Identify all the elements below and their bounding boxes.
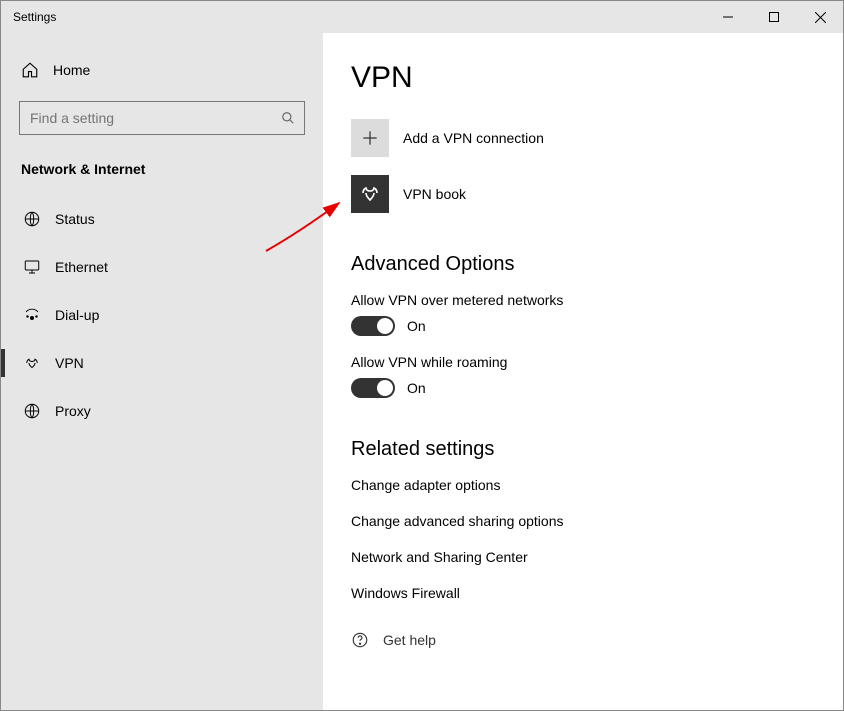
- help-icon: [351, 631, 373, 649]
- close-icon: [815, 12, 826, 23]
- window-body: Home Network & Internet Status: [1, 33, 843, 710]
- proxy-icon: [21, 402, 43, 420]
- sidebar-item-vpn[interactable]: VPN: [1, 339, 323, 387]
- sidebar-item-dialup[interactable]: Dial-up: [1, 291, 323, 339]
- roaming-toggle[interactable]: [351, 378, 395, 398]
- sidebar-item-status[interactable]: Status: [1, 195, 323, 243]
- metered-state: On: [407, 318, 426, 334]
- link-firewall[interactable]: Windows Firewall: [351, 585, 843, 601]
- sidebar-section-header: Network & Internet: [1, 155, 323, 195]
- plus-icon: [360, 128, 380, 148]
- minimize-icon: [723, 12, 733, 22]
- sidebar-item-proxy[interactable]: Proxy: [1, 387, 323, 435]
- sidebar-item-label: Status: [55, 211, 95, 227]
- sidebar-item-label: Dial-up: [55, 307, 99, 323]
- home-icon: [21, 61, 43, 79]
- related-settings-heading: Related settings: [351, 438, 843, 461]
- vpn-tile: [351, 175, 389, 213]
- metered-label: Allow VPN over metered networks: [351, 292, 843, 308]
- help-label: Get help: [383, 632, 436, 648]
- plus-tile: [351, 119, 389, 157]
- home-label: Home: [53, 62, 90, 78]
- ethernet-icon: [21, 258, 43, 276]
- vpn-connection-label: VPN book: [403, 186, 466, 202]
- search-wrap: [19, 101, 305, 135]
- advanced-options-heading: Advanced Options: [351, 253, 843, 276]
- dialup-icon: [21, 306, 43, 324]
- link-network-center[interactable]: Network and Sharing Center: [351, 549, 843, 565]
- close-button[interactable]: [797, 1, 843, 33]
- get-help[interactable]: Get help: [351, 631, 843, 649]
- vpn-connection-icon: [358, 182, 382, 206]
- add-vpn-label: Add a VPN connection: [403, 130, 544, 146]
- search-icon: [281, 111, 295, 125]
- sidebar: Home Network & Internet Status: [1, 33, 323, 710]
- metered-toggle[interactable]: [351, 316, 395, 336]
- maximize-button[interactable]: [751, 1, 797, 33]
- window-title: Settings: [1, 10, 56, 24]
- minimize-button[interactable]: [705, 1, 751, 33]
- roaming-state: On: [407, 380, 426, 396]
- sidebar-item-label: Ethernet: [55, 259, 108, 275]
- search-input[interactable]: [19, 101, 305, 135]
- vpn-icon: [21, 354, 43, 372]
- titlebar: Settings: [1, 1, 843, 33]
- link-adapter-options[interactable]: Change adapter options: [351, 477, 843, 493]
- sidebar-item-label: VPN: [55, 355, 84, 371]
- add-vpn-button[interactable]: Add a VPN connection: [351, 119, 843, 157]
- status-icon: [21, 210, 43, 228]
- home-nav[interactable]: Home: [1, 53, 323, 87]
- roaming-label: Allow VPN while roaming: [351, 354, 843, 370]
- settings-window: Settings Home: [0, 0, 844, 711]
- link-sharing-options[interactable]: Change advanced sharing options: [351, 513, 843, 529]
- maximize-icon: [769, 12, 779, 22]
- vpn-connection-item[interactable]: VPN book: [351, 175, 843, 213]
- sidebar-item-ethernet[interactable]: Ethernet: [1, 243, 323, 291]
- sidebar-item-label: Proxy: [55, 403, 91, 419]
- main-content: VPN Add a VPN connection VPN book Advanc…: [323, 33, 843, 710]
- page-title: VPN: [351, 61, 843, 95]
